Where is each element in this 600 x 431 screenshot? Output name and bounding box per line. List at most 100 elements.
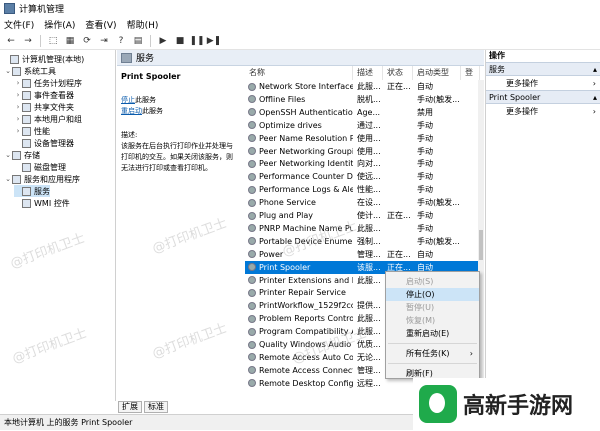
- service-name-cell: Print Spooler: [245, 263, 353, 272]
- export-icon[interactable]: ⇥: [97, 34, 111, 47]
- table-row[interactable]: Peer Name Resolution Pr... 使用... 手动: [245, 132, 480, 145]
- service-name-text: PNRP Machine Name Pu...: [259, 223, 353, 233]
- help-icon[interactable]: ?: [114, 34, 128, 47]
- service-startup-cell: 手动: [417, 120, 433, 130]
- forward-icon[interactable]: →: [21, 34, 35, 47]
- disk-icon: [22, 162, 31, 172]
- context-item-label: 重新启动(E): [406, 329, 450, 338]
- tree-item-performance[interactable]: › 性能: [14, 125, 50, 137]
- actions-more-services[interactable]: 更多操作 ›: [486, 76, 600, 90]
- context-start[interactable]: 启动(S): [386, 275, 479, 288]
- actions-section-title: Print Spooler: [489, 92, 541, 102]
- context-restart[interactable]: 重新启动(E): [386, 327, 479, 340]
- service-gear-icon: [248, 172, 256, 181]
- restart-service-link[interactable]: 重启动: [121, 107, 142, 115]
- service-gear-icon: [248, 95, 256, 104]
- refresh-icon[interactable]: ⟳: [80, 34, 94, 47]
- service-startup-cell: 手动: [417, 185, 433, 195]
- column-header-logon[interactable]: 登: [461, 66, 480, 80]
- properties-icon[interactable]: ▤: [131, 34, 145, 47]
- tree-item-storage[interactable]: ⌄ 存储: [4, 149, 40, 161]
- column-header-status[interactable]: 状态: [383, 66, 413, 80]
- table-row[interactable]: Performance Logs & Aler... 性能... 手动: [245, 183, 480, 196]
- context-resume[interactable]: 恢复(M): [386, 314, 479, 327]
- service-gear-icon: [248, 237, 256, 246]
- service-name-text: Problem Reports Control...: [259, 314, 353, 324]
- menu-view[interactable]: 查看(V): [85, 18, 116, 31]
- service-name-cell: Program Compatibility A...: [245, 327, 353, 336]
- service-name-cell: Offline Files: [245, 95, 353, 104]
- actions-section-print-spooler[interactable]: Print Spooler ▴: [486, 90, 600, 104]
- actions-section-services[interactable]: 服务 ▴: [486, 62, 600, 76]
- tree-expander[interactable]: ⌄: [4, 151, 12, 159]
- tree-expander[interactable]: ›: [14, 115, 22, 123]
- tab-extended[interactable]: 扩展: [118, 401, 142, 413]
- tree-item-wmi-control[interactable]: WMI 控件: [14, 197, 70, 209]
- service-gear-icon: [248, 185, 256, 194]
- tree-item-device-manager[interactable]: 设备管理器: [14, 137, 74, 149]
- tree-item-shared-folders[interactable]: › 共享文件夹: [14, 101, 74, 113]
- table-row[interactable]: Phone Service 在设... 手动(触发...: [245, 196, 480, 209]
- context-all-tasks[interactable]: 所有任务(K) ›: [386, 347, 479, 360]
- stop-service-link[interactable]: 停止: [121, 96, 135, 104]
- tree-item-disk-management[interactable]: 磁盘管理: [14, 161, 66, 173]
- table-row[interactable]: OpenSSH Authentication ... Age... 禁用: [245, 106, 480, 119]
- table-row[interactable]: Performance Counter DL... 使远... 手动: [245, 170, 480, 183]
- service-description-cell: 脱机...: [357, 94, 381, 104]
- service-description-cell: 在设...: [357, 198, 381, 208]
- tree-expander[interactable]: ⌄: [4, 175, 12, 183]
- collapse-icon[interactable]: ▴: [593, 93, 597, 102]
- tab-standard[interactable]: 标准: [144, 401, 168, 413]
- tree-expander[interactable]: ›: [14, 79, 22, 87]
- service-description-cell: 使用...: [357, 133, 381, 143]
- menu-file[interactable]: 文件(F): [4, 18, 34, 31]
- column-header-startup-type[interactable]: 启动类型: [413, 66, 461, 80]
- tree-expander[interactable]: ›: [14, 103, 22, 111]
- back-icon[interactable]: ←: [4, 34, 18, 47]
- show-tree-icon[interactable]: ▦: [63, 34, 77, 47]
- context-pause[interactable]: 暂停(U): [386, 301, 479, 314]
- tree-item-services[interactable]: 服务: [14, 185, 50, 197]
- menu-help[interactable]: 帮助(H): [127, 18, 159, 31]
- actions-pane: 操作 服务 ▴ 更多操作 › Print Spooler ▴ 更多操作 ›: [485, 50, 600, 401]
- scrollbar-thumb[interactable]: [479, 230, 483, 260]
- tree-item-services-apps[interactable]: ⌄ 服务和应用程序: [4, 173, 80, 185]
- users-icon: [22, 114, 31, 124]
- table-row[interactable]: Plug and Play 使计... 正在... 手动: [245, 209, 480, 222]
- pause-icon[interactable]: ❚❚: [189, 34, 204, 47]
- collapse-icon[interactable]: ▴: [593, 65, 597, 74]
- table-row[interactable]: PNRP Machine Name Pu... 此服... 手动: [245, 222, 480, 235]
- service-startup-cell: 手动(触发...: [417, 198, 460, 208]
- table-row[interactable]: Portable Device Enumera... 强制... 手动(触发...: [245, 235, 480, 248]
- context-stop[interactable]: 停止(O): [386, 288, 479, 301]
- service-description-cell: 使计...: [357, 211, 381, 220]
- tree-item-event-viewer[interactable]: › 事件查看器: [14, 89, 74, 101]
- column-header-description[interactable]: 描述: [353, 66, 383, 80]
- menu-action[interactable]: 操作(A): [44, 18, 75, 31]
- restart-icon[interactable]: ▶❚: [207, 34, 221, 47]
- up-folder-icon[interactable]: ⬚: [46, 34, 60, 47]
- stop-icon[interactable]: ■: [173, 34, 187, 47]
- table-row[interactable]: Network Store Interface ... 此服... 正在... 自动: [245, 80, 480, 93]
- tree-item-task-scheduler[interactable]: › 任务计划程序: [14, 77, 82, 89]
- tree-item-computer-management[interactable]: 计算机管理(本地): [2, 53, 84, 65]
- column-header-name[interactable]: 名称: [245, 66, 353, 80]
- table-row[interactable]: Peer Networking Groupi... 使用... 手动: [245, 145, 480, 158]
- tree-item-label: 存储: [24, 150, 40, 160]
- context-item-label: 恢复(M): [406, 316, 436, 325]
- tree-expander[interactable]: ⌄: [4, 67, 12, 75]
- table-row[interactable]: Offline Files 脱机... 手动(触发...: [245, 93, 480, 106]
- tree-expander[interactable]: ›: [14, 91, 22, 99]
- service-gear-icon: [248, 288, 256, 297]
- tree-item-system-tools[interactable]: ⌄ 系统工具: [4, 65, 56, 77]
- play-icon[interactable]: ▶: [156, 34, 170, 47]
- table-row[interactable]: Optimize drives 通过... 手动: [245, 119, 480, 132]
- table-row[interactable]: Power 管理... 正在... 自动: [245, 248, 480, 261]
- table-row[interactable]: Peer Networking Identity... 向对... 手动: [245, 157, 480, 170]
- actions-more-print-spooler[interactable]: 更多操作 ›: [486, 104, 600, 118]
- chevron-right-icon: ›: [592, 106, 596, 116]
- tree-expander[interactable]: ›: [14, 127, 22, 135]
- service-name-text: Performance Counter DL...: [259, 172, 353, 182]
- tree-item-local-users[interactable]: › 本地用户和组: [14, 113, 82, 125]
- service-gear-icon: [248, 108, 256, 117]
